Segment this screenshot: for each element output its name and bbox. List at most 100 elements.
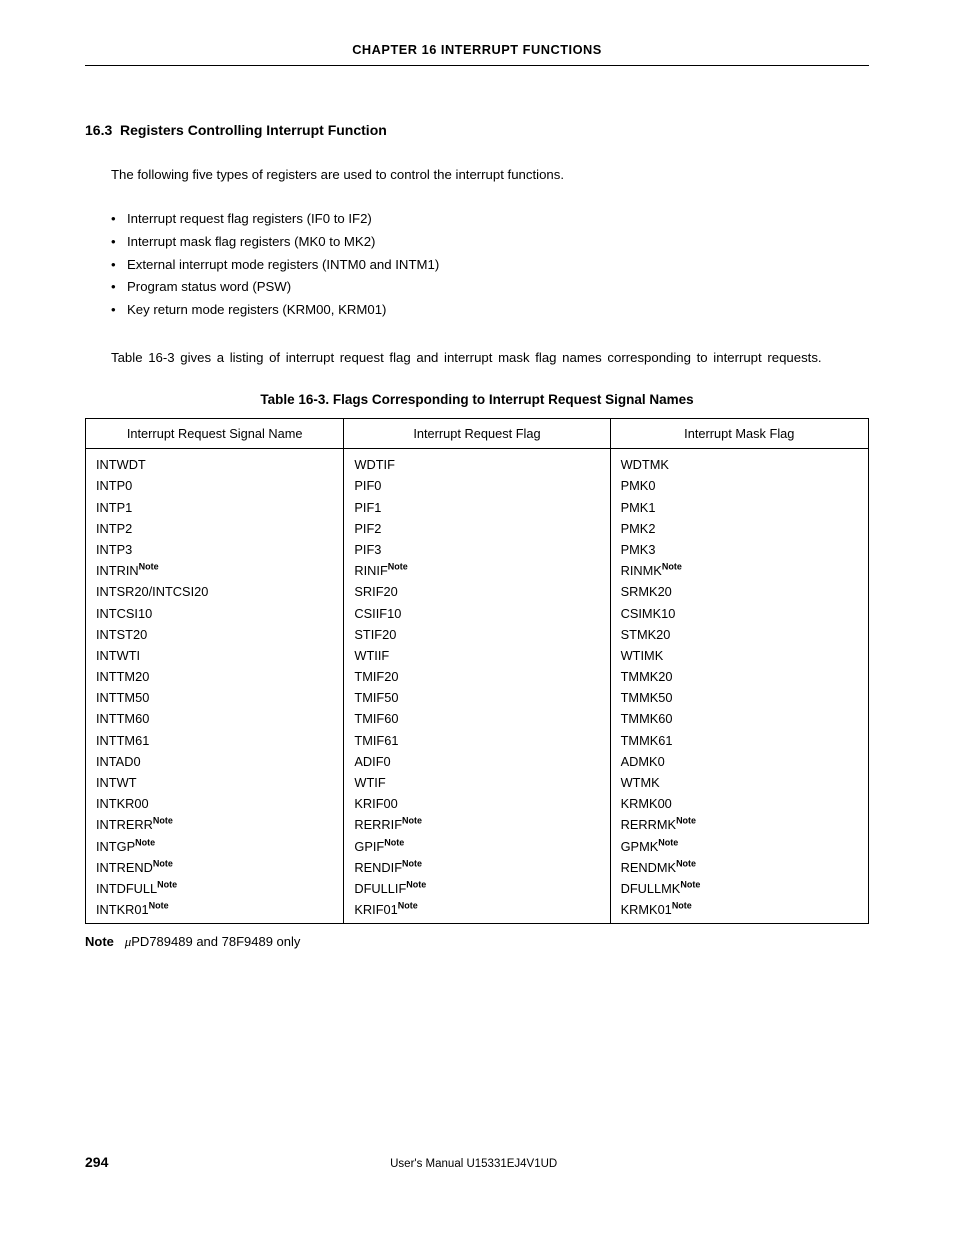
cell-mask-flag: KRMK00: [610, 793, 868, 814]
note-superscript: Note: [135, 837, 155, 847]
cell-signal: INTCSI10: [86, 603, 344, 624]
col-header-request: Interrupt Request Flag: [344, 419, 610, 449]
cell-mask-flag: PMK0: [610, 475, 868, 496]
cell-signal: INTWT: [86, 772, 344, 793]
cell-mask-flag: STMK20: [610, 624, 868, 645]
cell-request-flag: TMIF61: [344, 730, 610, 751]
section-title: Registers Controlling Interrupt Function: [120, 122, 387, 138]
list-item: Program status word (PSW): [111, 277, 869, 297]
cell-request-flag: RINIFNote: [344, 560, 610, 581]
note-superscript: Note: [398, 901, 418, 911]
cell-signal: INTP2: [86, 518, 344, 539]
cell-request-flag: KRIF00: [344, 793, 610, 814]
table-note: Note μPD789489 and 78F9489 only: [85, 932, 869, 952]
note-superscript: Note: [676, 859, 696, 869]
table-row: INTCSI10CSIIF10CSIMK10: [86, 603, 869, 624]
note-superscript: Note: [139, 562, 159, 572]
cell-signal: INTDFULLNote: [86, 878, 344, 899]
cell-request-flag: PIF0: [344, 475, 610, 496]
note-superscript: Note: [402, 859, 422, 869]
table-row: INTP0PIF0PMK0: [86, 475, 869, 496]
cell-signal: INTTM20: [86, 666, 344, 687]
table-row: INTST20STIF20STMK20: [86, 624, 869, 645]
cell-signal: INTRINNote: [86, 560, 344, 581]
cell-signal: INTRENDNote: [86, 857, 344, 878]
cell-request-flag: RENDIFNote: [344, 857, 610, 878]
note-superscript: Note: [388, 562, 408, 572]
note-superscript: Note: [406, 880, 426, 890]
table-row: INTWDTWDTIFWDTMK: [86, 449, 869, 476]
cell-mask-flag: KRMK01Note: [610, 899, 868, 924]
list-item: Interrupt mask flag registers (MK0 to MK…: [111, 232, 869, 252]
cell-mask-flag: CSIMK10: [610, 603, 868, 624]
table-row: INTSR20/INTCSI20SRIF20SRMK20: [86, 581, 869, 602]
table-row: INTWTIWTIIFWTIMK: [86, 645, 869, 666]
cell-request-flag: PIF2: [344, 518, 610, 539]
cell-signal: INTGPNote: [86, 836, 344, 857]
table-row: INTTM20TMIF20TMMK20: [86, 666, 869, 687]
note-superscript: Note: [680, 880, 700, 890]
note-superscript: Note: [384, 837, 404, 847]
cell-request-flag: DFULLIFNote: [344, 878, 610, 899]
table-row: INTRERRNoteRERRIFNoteRERRMKNote: [86, 814, 869, 835]
note-superscript: Note: [672, 901, 692, 911]
cell-mask-flag: TMMK61: [610, 730, 868, 751]
cell-signal: INTWDT: [86, 449, 344, 476]
cell-request-flag: ADIF0: [344, 751, 610, 772]
cell-mask-flag: WDTMK: [610, 449, 868, 476]
cell-mask-flag: GPMKNote: [610, 836, 868, 857]
section-heading: 16.3 Registers Controlling Interrupt Fun…: [85, 120, 869, 141]
table-row: INTKR00KRIF00KRMK00: [86, 793, 869, 814]
table-row: INTRENDNoteRENDIFNoteRENDMKNote: [86, 857, 869, 878]
cell-mask-flag: RENDMKNote: [610, 857, 868, 878]
cell-request-flag: TMIF60: [344, 708, 610, 729]
table-row: INTP2PIF2PMK2: [86, 518, 869, 539]
cell-request-flag: GPIFNote: [344, 836, 610, 857]
table-row: INTDFULLNoteDFULLIFNoteDFULLMKNote: [86, 878, 869, 899]
table-row: INTKR01NoteKRIF01NoteKRMK01Note: [86, 899, 869, 924]
cell-request-flag: WDTIF: [344, 449, 610, 476]
col-header-mask: Interrupt Mask Flag: [610, 419, 868, 449]
table-row: INTGPNoteGPIFNoteGPMKNote: [86, 836, 869, 857]
cell-signal: INTTM60: [86, 708, 344, 729]
note-superscript: Note: [402, 816, 422, 826]
cell-request-flag: PIF1: [344, 497, 610, 518]
note-superscript: Note: [662, 562, 682, 572]
section-number: 16.3: [85, 122, 112, 138]
cell-mask-flag: RERRMKNote: [610, 814, 868, 835]
table-row: INTP3PIF3PMK3: [86, 539, 869, 560]
cell-signal: INTP3: [86, 539, 344, 560]
manual-id: User's Manual U15331EJ4V1UD: [108, 1156, 839, 1173]
cell-mask-flag: PMK2: [610, 518, 868, 539]
running-header: CHAPTER 16 INTERRUPT FUNCTIONS: [85, 40, 869, 65]
cell-signal: INTWTI: [86, 645, 344, 666]
cell-request-flag: RERRIFNote: [344, 814, 610, 835]
cell-signal: INTSR20/INTCSI20: [86, 581, 344, 602]
page-footer: 294 User's Manual U15331EJ4V1UD: [85, 1152, 869, 1173]
note-superscript: Note: [658, 837, 678, 847]
bullet-list: Interrupt request flag registers (IF0 to…: [85, 209, 869, 320]
cell-signal: INTP1: [86, 497, 344, 518]
cell-signal: INTTM50: [86, 687, 344, 708]
page: CHAPTER 16 INTERRUPT FUNCTIONS 16.3 Regi…: [0, 0, 954, 1235]
cell-request-flag: STIF20: [344, 624, 610, 645]
table-caption: Table 16-3. Flags Corresponding to Inter…: [85, 390, 869, 410]
body-paragraph: Table 16-3 gives a listing of interrupt …: [85, 348, 869, 368]
table-row: INTRINNoteRINIFNoteRINMKNote: [86, 560, 869, 581]
table-header-row: Interrupt Request Signal Name Interrupt …: [86, 419, 869, 449]
table-row: INTAD0ADIF0ADMK0: [86, 751, 869, 772]
cell-mask-flag: RINMKNote: [610, 560, 868, 581]
list-item: Interrupt request flag registers (IF0 to…: [111, 209, 869, 229]
table-body: INTWDTWDTIFWDTMKINTP0PIF0PMK0INTP1PIF1PM…: [86, 449, 869, 924]
page-number: 294: [85, 1152, 108, 1173]
header-rule: [85, 65, 869, 66]
cell-mask-flag: PMK1: [610, 497, 868, 518]
list-item: Key return mode registers (KRM00, KRM01): [111, 300, 869, 320]
note-label: Note: [85, 934, 114, 949]
intro-paragraph: The following five types of registers ar…: [85, 165, 869, 185]
cell-request-flag: WTIIF: [344, 645, 610, 666]
cell-request-flag: SRIF20: [344, 581, 610, 602]
note-superscript: Note: [153, 859, 173, 869]
note-superscript: Note: [157, 880, 177, 890]
table-row: INTP1PIF1PMK1: [86, 497, 869, 518]
